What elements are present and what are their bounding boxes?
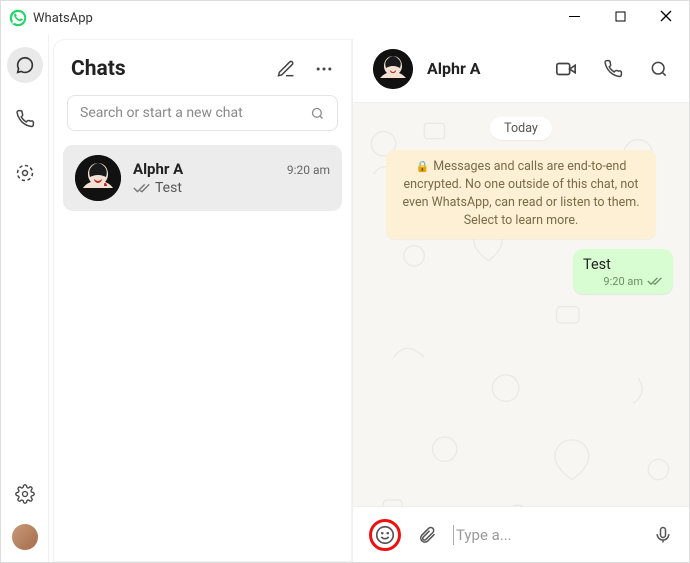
attach-button[interactable] [417, 525, 437, 545]
message-time: 9:20 am [603, 275, 643, 288]
conversation-avatar[interactable] [373, 49, 413, 89]
emoji-button[interactable] [369, 519, 401, 551]
conversation-header: Alphr A [353, 35, 689, 103]
contact-avatar [75, 155, 121, 201]
titlebar: WhatsApp [1, 1, 689, 35]
encryption-notice[interactable]: 🔒Messages and calls are end-to-end encry… [386, 150, 656, 239]
app-title: WhatsApp [33, 11, 93, 26]
search-placeholder: Search or start a new chat [80, 105, 243, 121]
chat-time: 9:20 am [287, 163, 330, 177]
new-chat-button[interactable] [276, 59, 296, 79]
message-row[interactable]: Test 9:20 am [573, 249, 673, 294]
conversation-contact-name[interactable]: Alphr A [427, 59, 541, 78]
whatsapp-logo-icon [9, 9, 27, 27]
close-button[interactable] [643, 1, 689, 31]
more-menu-button[interactable] [314, 59, 334, 79]
search-input[interactable]: Search or start a new chat [67, 95, 338, 131]
lock-icon: 🔒 [416, 160, 430, 173]
profile-avatar[interactable] [12, 524, 38, 550]
chats-title: Chats [71, 57, 126, 81]
chat-list-item[interactable]: Alphr A 9:20 am Test [63, 145, 342, 211]
video-call-button[interactable] [555, 58, 577, 80]
conversation-panel: Alphr A [353, 35, 689, 562]
chat-contact-name: Alphr A [133, 160, 183, 178]
maximize-button[interactable] [597, 1, 643, 31]
search-icon [310, 106, 325, 121]
message-bubble: Test 9:20 am [573, 249, 673, 294]
conversation-search-button[interactable] [649, 59, 669, 79]
date-separator: Today [490, 117, 552, 140]
settings-button[interactable] [7, 476, 43, 512]
message-composer: Type a... [353, 506, 689, 562]
nav-chats[interactable] [7, 47, 43, 83]
conversation-body: Today 🔒Messages and calls are end-to-end… [353, 103, 689, 506]
chat-preview: Test [155, 180, 182, 196]
nav-calls[interactable] [7, 101, 43, 137]
read-receipt-icon [647, 276, 663, 286]
message-text: Test [583, 256, 611, 273]
voice-call-button[interactable] [603, 59, 623, 79]
chats-panel: Chats Search or start a new chat [53, 39, 353, 562]
nav-rail [1, 35, 49, 562]
message-input[interactable]: Type a... [453, 525, 637, 545]
read-receipt-icon [133, 182, 151, 194]
minimize-button[interactable] [551, 1, 597, 31]
nav-status[interactable] [7, 155, 43, 191]
voice-message-button[interactable] [653, 525, 673, 545]
